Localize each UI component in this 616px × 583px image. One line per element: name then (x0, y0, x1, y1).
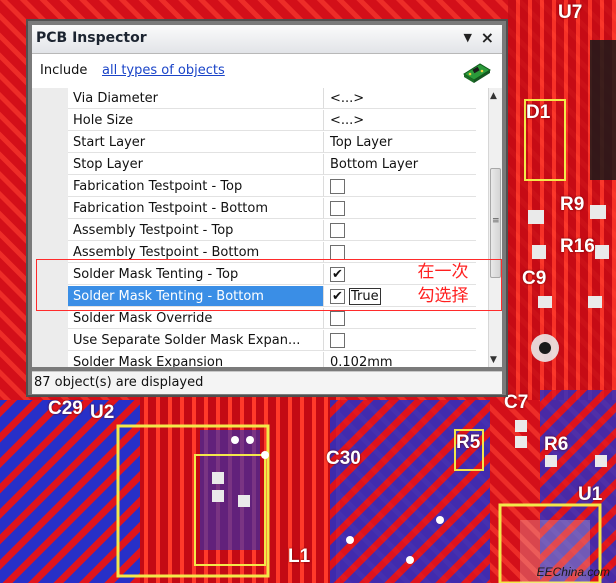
scroll-up-arrow-icon[interactable]: ▲ (490, 91, 497, 101)
property-value (324, 220, 476, 241)
property-value (324, 308, 476, 329)
property-row[interactable]: Use Separate Solder Mask Expan... (32, 330, 488, 352)
annotation-note: 在一次 勾选择 (403, 260, 483, 308)
solder-mask-override-checkbox[interactable] (330, 311, 345, 326)
property-grid: Via Diameter <...> Hole Size <...> Start… (32, 88, 488, 367)
pcb-label-c29: C29 (48, 398, 83, 419)
property-row[interactable]: Hole Size <...> (32, 110, 488, 132)
pcb-label-l1: L1 (288, 546, 311, 567)
property-row[interactable]: Fabrication Testpoint - Top (32, 176, 488, 198)
row-gutter (32, 198, 68, 220)
pcb-label-r6: R6 (544, 434, 569, 455)
panel-title: PCB Inspector (36, 30, 147, 46)
property-value[interactable]: Top Layer (324, 132, 476, 153)
row-gutter (32, 132, 68, 154)
fabrication-testpoint-top-checkbox[interactable] (330, 179, 345, 194)
row-gutter (32, 352, 68, 367)
status-bar: 87 object(s) are displayed (32, 371, 502, 394)
pcb-label-r5: R5 (456, 432, 481, 453)
row-gutter (32, 88, 68, 110)
close-icon[interactable]: × (481, 28, 494, 47)
object-types-link[interactable]: all types of objects (102, 63, 225, 78)
row-gutter (32, 220, 68, 242)
property-name: Via Diameter (68, 88, 324, 109)
property-row[interactable]: Fabrication Testpoint - Bottom (32, 198, 488, 220)
property-name: Fabrication Testpoint - Bottom (68, 198, 324, 219)
property-row[interactable]: Solder Mask Expansion 0.102mm (32, 352, 488, 367)
property-value[interactable]: <...> (324, 110, 476, 131)
fabrication-testpoint-bottom-checkbox[interactable] (330, 201, 345, 216)
pcb-label-u1: U1 (578, 484, 603, 505)
property-name: Hole Size (68, 110, 324, 131)
pcb-label-r16: R16 (560, 236, 595, 257)
property-row[interactable]: Stop Layer Bottom Layer (32, 154, 488, 176)
property-name: Stop Layer (68, 154, 324, 175)
property-name: Fabrication Testpoint - Top (68, 176, 324, 197)
property-row[interactable]: Via Diameter <...> (32, 88, 488, 110)
property-value (324, 330, 476, 351)
annotation-line-1: 在一次 (417, 262, 469, 282)
property-value[interactable]: Bottom Layer (324, 154, 476, 175)
include-label: Include (40, 63, 88, 78)
row-gutter (32, 330, 68, 352)
property-name: Solder Mask Override (68, 308, 324, 329)
row-gutter (32, 308, 68, 330)
scroll-down-arrow-icon[interactable]: ▼ (490, 355, 497, 365)
property-value (324, 176, 476, 197)
annotation-line-2: 勾选择 (417, 286, 469, 306)
pcb-label-c9: C9 (522, 268, 547, 289)
circuit-board-icon (463, 63, 491, 83)
property-row[interactable]: Start Layer Top Layer (32, 132, 488, 154)
property-value (324, 198, 476, 219)
property-name: Start Layer (68, 132, 324, 153)
separate-solder-mask-expansion-checkbox[interactable] (330, 333, 345, 348)
assembly-testpoint-top-checkbox[interactable] (330, 223, 345, 238)
property-row[interactable]: Solder Mask Override (32, 308, 488, 330)
panel-titlebar[interactable]: PCB Inspector ▼ × (32, 25, 502, 54)
row-gutter (32, 176, 68, 198)
property-row[interactable]: Assembly Testpoint - Top (32, 220, 488, 242)
property-name: Use Separate Solder Mask Expan... (68, 330, 324, 351)
panel-menu-arrow-icon[interactable]: ▼ (464, 31, 472, 44)
row-gutter (32, 154, 68, 176)
property-value[interactable]: 0.102mm (324, 352, 476, 367)
property-value[interactable]: <...> (324, 88, 476, 109)
pcb-label-u2: U2 (90, 402, 115, 423)
property-name: Solder Mask Expansion (68, 352, 324, 367)
row-gutter (32, 110, 68, 132)
status-text: 87 object(s) are displayed (34, 375, 204, 390)
pcb-label-u7: U7 (558, 2, 583, 23)
pcb-label-c30: C30 (326, 448, 361, 469)
vertical-scrollbar[interactable]: ▲ ≡ ▼ (488, 88, 502, 367)
assembly-testpoint-bottom-checkbox[interactable] (330, 245, 345, 260)
property-name: Assembly Testpoint - Top (68, 220, 324, 241)
pcb-label-d1: D1 (526, 102, 551, 123)
grip-icon: ≡ (492, 216, 500, 226)
pcb-inspector-panel: PCB Inspector ▼ × Include all types of o… (26, 19, 508, 397)
brand-watermark: EEChina.com (536, 565, 610, 579)
include-filter-bar: Include all types of objects (32, 54, 502, 88)
pcb-label-r9: R9 (560, 194, 585, 215)
